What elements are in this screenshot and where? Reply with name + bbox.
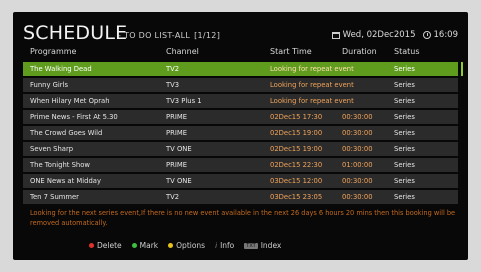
- row-channel: PRIME: [166, 129, 187, 137]
- row-programme: Funny Girls: [30, 81, 69, 89]
- legend-options[interactable]: Options: [168, 241, 205, 250]
- page-subtitle: - TO DO LIST-ALL [1/12]: [118, 31, 220, 40]
- row-duration: 00:30:00: [342, 113, 373, 121]
- row-status: Series: [394, 161, 415, 169]
- row-channel: TV ONE: [166, 177, 192, 185]
- row-start-time: 03Dec15 23:05: [270, 193, 323, 201]
- row-channel: PRIME: [166, 113, 187, 121]
- row-duration: 00:30:00: [342, 145, 373, 153]
- schedule-row[interactable]: ONE News at Midday TV ONE 03Dec15 12:00 …: [23, 174, 458, 188]
- row-status: Series: [394, 81, 415, 89]
- red-key-icon: [89, 243, 94, 248]
- row-start-time: 03Dec15 12:00: [270, 177, 323, 185]
- schedule-list: The Walking Dead TV2 Looking for repeat …: [23, 62, 458, 206]
- legend-index-label: Index: [260, 241, 282, 250]
- row-programme: The Tonight Show: [30, 161, 90, 169]
- legend-index[interactable]: TXT Index: [244, 241, 281, 250]
- row-start-time: 02Dec15 19:00: [270, 129, 323, 137]
- info-key-icon: i: [215, 241, 218, 250]
- row-status: Series: [394, 193, 415, 201]
- schedule-row[interactable]: Ten 7 Summer TV2 03Dec15 23:05 00:30:00 …: [23, 190, 458, 204]
- tv-screen: SCHEDULE - TO DO LIST-ALL [1/12] Wed, 02D…: [13, 12, 468, 260]
- schedule-row[interactable]: The Tonight Show PRIME 02Dec15 22:30 01:…: [23, 158, 458, 172]
- row-start-time: 02Dec15 17:30: [270, 113, 323, 121]
- column-header-duration: Duration: [342, 47, 377, 56]
- row-channel: TV2: [166, 65, 180, 73]
- row-duration: 00:30:00: [342, 177, 373, 185]
- schedule-row[interactable]: The Crowd Goes Wild PRIME 02Dec15 19:00 …: [23, 126, 458, 140]
- page-title: SCHEDULE: [23, 22, 128, 44]
- key-legend: Delete Mark Options i Info TXT Index: [89, 241, 281, 250]
- row-duration: 00:30:00: [342, 193, 373, 201]
- legend-info[interactable]: i Info: [215, 241, 234, 250]
- schedule-row[interactable]: The Walking Dead TV2 Looking for repeat …: [23, 62, 458, 76]
- datetime: Wed, 02Dec2015 16:09: [331, 30, 459, 40]
- row-start-time: 02Dec15 22:30: [270, 161, 323, 169]
- legend-info-label: Info: [220, 241, 235, 250]
- row-start-time: Looking for repeat event: [270, 97, 354, 105]
- schedule-row[interactable]: When Hilary Met Oprah TV3 Plus 1 Looking…: [23, 94, 458, 108]
- legend-mark-label: Mark: [139, 241, 159, 250]
- legend-delete-label: Delete: [97, 241, 122, 250]
- row-channel: TV3: [166, 81, 180, 89]
- row-status: Series: [394, 113, 415, 121]
- schedule-row[interactable]: Prime News - First At 5.30 PRIME 02Dec15…: [23, 110, 458, 124]
- calendar-icon: [331, 31, 340, 39]
- row-programme: Seven Sharp: [30, 145, 74, 153]
- list-scrollbar[interactable]: [461, 62, 463, 76]
- time-text: 16:09: [433, 30, 459, 40]
- legend-options-label: Options: [176, 241, 206, 250]
- row-programme: The Crowd Goes Wild: [30, 129, 103, 137]
- row-status: Series: [394, 129, 415, 137]
- row-status: Series: [394, 97, 415, 105]
- legend-delete[interactable]: Delete: [89, 241, 122, 250]
- row-programme: ONE News at Midday: [30, 177, 101, 185]
- column-header-status: Status: [394, 47, 420, 56]
- row-status: Series: [394, 177, 415, 185]
- row-channel: TV3 Plus 1: [166, 97, 202, 105]
- row-status: Series: [394, 65, 415, 73]
- row-start-time: Looking for repeat event: [270, 81, 354, 89]
- clock-icon: [422, 31, 431, 39]
- schedule-row[interactable]: Seven Sharp TV ONE 02Dec15 19:00 00:30:0…: [23, 142, 458, 156]
- row-programme: Prime News - First At 5.30: [30, 113, 118, 121]
- text-key-icon: TXT: [244, 242, 258, 249]
- row-duration: 01:00:00: [342, 161, 373, 169]
- row-programme: When Hilary Met Oprah: [30, 97, 110, 105]
- series-info-message: Looking for the next series event,If the…: [30, 209, 456, 227]
- column-headers: Programme Channel Start Time Duration St…: [23, 45, 458, 59]
- row-channel: PRIME: [166, 161, 187, 169]
- row-duration: 00:30:00: [342, 129, 373, 137]
- row-programme: Ten 7 Summer: [30, 193, 79, 201]
- row-start-time: 02Dec15 19:00: [270, 145, 323, 153]
- row-channel: TV ONE: [166, 145, 192, 153]
- column-header-programme: Programme: [30, 47, 77, 56]
- column-header-channel: Channel: [166, 47, 199, 56]
- green-key-icon: [131, 243, 137, 248]
- list-filter-label: - TO DO LIST-ALL: [118, 31, 191, 40]
- date-text: Wed, 02Dec2015: [342, 30, 416, 40]
- row-channel: TV2: [166, 193, 180, 201]
- column-header-start-time: Start Time: [270, 47, 312, 56]
- row-start-time: Looking for repeat event: [270, 65, 354, 73]
- row-status: Series: [394, 145, 415, 153]
- yellow-key-icon: [168, 243, 174, 248]
- schedule-row[interactable]: Funny Girls TV3 Looking for repeat event…: [23, 78, 458, 92]
- legend-mark[interactable]: Mark: [131, 241, 159, 250]
- page-indicator: [1/12]: [194, 31, 221, 40]
- row-programme: The Walking Dead: [30, 65, 92, 73]
